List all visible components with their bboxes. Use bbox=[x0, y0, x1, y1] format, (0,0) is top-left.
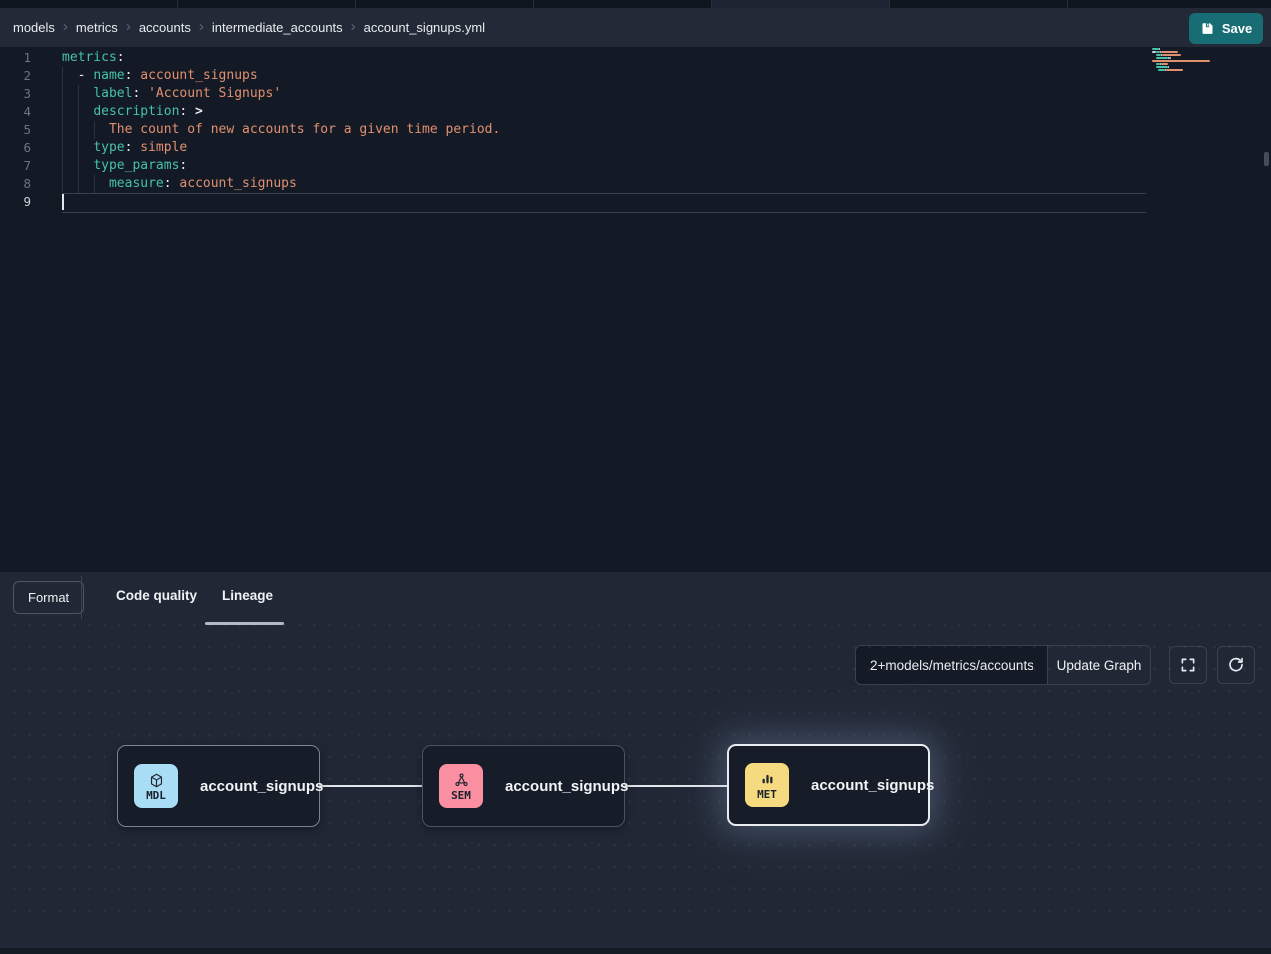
model-badge: MDL bbox=[134, 764, 178, 808]
code-text: - name: account_signups bbox=[45, 67, 258, 85]
format-button[interactable]: Format bbox=[13, 581, 84, 614]
breadcrumb-item[interactable]: account_signups.yml bbox=[364, 20, 485, 35]
code-line[interactable]: 4 description: > bbox=[0, 103, 1271, 121]
editor-scrollbar[interactable] bbox=[1264, 152, 1269, 166]
breadcrumb-bar: models › metrics › accounts › intermediate_acc… bbox=[0, 8, 1271, 47]
code-text: The count of new accounts for a given ti… bbox=[45, 121, 500, 139]
node-label: account_signups bbox=[505, 778, 628, 795]
window-tab-strip bbox=[0, 0, 1271, 8]
lineage-node-model[interactable]: MDL account_signups bbox=[117, 745, 320, 827]
model-badge-label: MDL bbox=[146, 790, 166, 801]
code-text: measure: account_signups bbox=[45, 175, 297, 193]
breadcrumb-separator-icon: › bbox=[199, 19, 204, 34]
code-line[interactable]: 5 The count of new accounts for a given … bbox=[0, 121, 1271, 139]
metric-badge: MET bbox=[745, 763, 789, 807]
code-line[interactable]: 6 type: simple bbox=[0, 139, 1271, 157]
breadcrumb-item[interactable]: models bbox=[13, 20, 55, 35]
breadcrumb-item[interactable]: accounts bbox=[139, 20, 191, 35]
code-editor[interactable]: 1metrics:2 - name: account_signups3 labe… bbox=[0, 47, 1271, 572]
code-text: metrics: bbox=[45, 49, 125, 67]
save-button-label: Save bbox=[1222, 21, 1252, 36]
code-line[interactable]: 3 label: 'Account Signups' bbox=[0, 85, 1271, 103]
floppy-disk-icon bbox=[1200, 21, 1215, 36]
code-line[interactable]: 9 bbox=[0, 193, 1271, 211]
window-tab[interactable] bbox=[890, 0, 1068, 8]
code-text: label: 'Account Signups' bbox=[45, 85, 281, 103]
line-number: 9 bbox=[0, 193, 45, 211]
node-label: account_signups bbox=[200, 778, 323, 795]
line-number: 8 bbox=[0, 175, 45, 193]
node-label: account_signups bbox=[811, 777, 934, 794]
code-text: type: simple bbox=[45, 139, 187, 157]
text-cursor bbox=[62, 194, 64, 210]
semantic-model-badge-label: SEM bbox=[451, 790, 471, 801]
tab-lineage[interactable]: Lineage bbox=[222, 588, 273, 603]
lineage-edge bbox=[320, 785, 422, 787]
code-line[interactable]: 1metrics: bbox=[0, 49, 1271, 67]
save-button[interactable]: Save bbox=[1189, 13, 1263, 44]
network-icon bbox=[453, 772, 470, 789]
window-tab[interactable] bbox=[1068, 0, 1271, 8]
breadcrumb-separator-icon: › bbox=[126, 19, 131, 34]
code-line[interactable]: 7 type_params: bbox=[0, 157, 1271, 175]
breadcrumb-item[interactable]: intermediate_accounts bbox=[212, 20, 343, 35]
breadcrumb: models › metrics › accounts › intermediate_acc… bbox=[13, 20, 489, 35]
line-number: 6 bbox=[0, 139, 45, 157]
minimap[interactable] bbox=[1152, 48, 1210, 75]
window-tab[interactable] bbox=[534, 0, 712, 8]
code-lines: 1metrics:2 - name: account_signups3 labe… bbox=[0, 49, 1271, 211]
bottom-panel: Format Code quality Lineage Update Graph bbox=[0, 572, 1271, 954]
lineage-edge bbox=[625, 785, 727, 787]
code-line[interactable]: 2 - name: account_signups bbox=[0, 67, 1271, 85]
code-line[interactable]: 8 measure: account_signups bbox=[0, 175, 1271, 193]
canvas-bottom-edge bbox=[0, 948, 1271, 954]
window-tab[interactable] bbox=[0, 0, 178, 8]
breadcrumb-item[interactable]: metrics bbox=[76, 20, 118, 35]
header-divider bbox=[81, 576, 82, 619]
line-number: 3 bbox=[0, 85, 45, 103]
line-number: 4 bbox=[0, 103, 45, 121]
lineage-node-semantic-model[interactable]: SEM account_signups bbox=[422, 745, 625, 827]
window-tab[interactable] bbox=[712, 0, 890, 8]
metric-badge-label: MET bbox=[757, 789, 777, 800]
breadcrumb-separator-icon: › bbox=[351, 19, 356, 34]
lineage-node-metric[interactable]: MET account_signups bbox=[727, 744, 930, 826]
code-text: type_params: bbox=[45, 157, 187, 175]
lineage-canvas[interactable]: MDL account_signups SEM account_signups bbox=[0, 622, 1271, 920]
semantic-model-badge: SEM bbox=[439, 764, 483, 808]
line-number: 1 bbox=[0, 49, 45, 67]
breadcrumb-separator-icon: › bbox=[63, 19, 68, 34]
code-text bbox=[45, 193, 62, 211]
bar-chart-icon bbox=[759, 771, 776, 788]
line-number: 7 bbox=[0, 157, 45, 175]
cube-icon bbox=[148, 772, 165, 789]
code-text: description: > bbox=[45, 103, 203, 121]
tab-code-quality[interactable]: Code quality bbox=[116, 588, 197, 603]
window-tab[interactable] bbox=[356, 0, 534, 8]
line-number: 2 bbox=[0, 67, 45, 85]
ide-window: models › metrics › accounts › intermediate_acc… bbox=[0, 0, 1271, 954]
window-tab[interactable] bbox=[178, 0, 356, 8]
line-number: 5 bbox=[0, 121, 45, 139]
